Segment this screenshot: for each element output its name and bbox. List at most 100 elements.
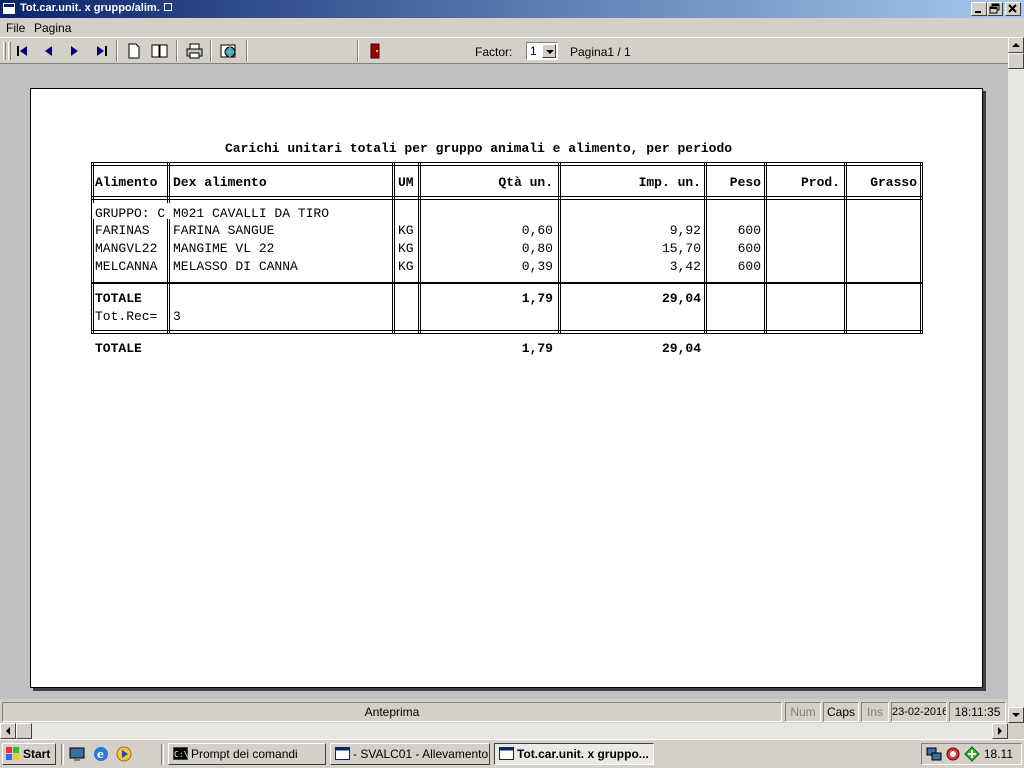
toolbar-grip: [3, 42, 6, 60]
svg-text:e: e: [97, 748, 104, 761]
scroll-left-button[interactable]: [0, 723, 16, 739]
header-qta-un: Qtà un.: [498, 175, 553, 190]
row-desc: FARINA SANGUE: [173, 223, 275, 238]
two-pages-button[interactable]: [149, 41, 171, 61]
menu-pagina[interactable]: Pagina: [34, 21, 71, 35]
internet-explorer-icon[interactable]: e: [92, 745, 110, 763]
scroll-down-button[interactable]: [1008, 707, 1024, 723]
report-title: Carichi unitari totali per gruppo animal…: [225, 141, 733, 156]
two-pages-icon: [151, 44, 168, 58]
start-button[interactable]: Start: [2, 743, 56, 765]
task-prompt[interactable]: C:\ Prompt dei comandi: [168, 743, 326, 765]
printer-icon: [186, 43, 203, 59]
scroll-up-button[interactable]: [1008, 37, 1024, 53]
row-qta: 0,80: [521, 241, 553, 256]
sync-icon[interactable]: [964, 746, 980, 762]
group-total-qta: 1,79: [521, 291, 553, 306]
network-icon[interactable]: [926, 746, 942, 762]
factor-select[interactable]: 1: [526, 42, 558, 60]
row-peso: 600: [737, 241, 761, 256]
status-ins: Ins: [861, 702, 889, 722]
vertical-scrollbar[interactable]: [1008, 37, 1024, 723]
factor-label: Factor:: [475, 45, 513, 59]
vertical-scroll-thumb[interactable]: [1008, 53, 1024, 69]
globe-export-icon: [220, 44, 236, 58]
first-page-button[interactable]: [12, 41, 34, 61]
horizontal-scrollbar[interactable]: [0, 723, 1008, 739]
menu-file[interactable]: File: [6, 21, 25, 35]
first-page-icon: [17, 46, 27, 56]
row-code: FARINAS: [95, 223, 150, 238]
last-page-icon: [97, 46, 107, 56]
system-tray: 18.11: [921, 743, 1022, 765]
previous-page-icon: [45, 46, 52, 56]
col-divider: [392, 162, 395, 334]
row-code: MELCANNA: [95, 259, 158, 274]
taskbar-clock[interactable]: 18.11: [984, 747, 1013, 761]
media-player-icon[interactable]: [115, 745, 133, 763]
status-date: 23-02-2016: [891, 702, 947, 722]
menu-bar: File Pagina: [0, 18, 1024, 37]
header-prod: Prod.: [800, 175, 840, 190]
door-exit-icon: [370, 43, 380, 59]
task-svalc01[interactable]: - SVALC01 - Allevamento...: [330, 743, 490, 765]
report-page: Carichi unitari totali per gruppo animal…: [30, 88, 983, 688]
col-divider: [558, 162, 561, 334]
table-top-border: [92, 162, 923, 166]
taskbar: Start e C:\ Prompt dei comandi - SVALC01…: [0, 739, 1024, 768]
exit-button[interactable]: [364, 41, 386, 61]
svg-text:C:\: C:\: [174, 750, 188, 759]
preview-area: Carichi unitari totali per gruppo animal…: [0, 64, 1008, 699]
title-bar: Tot.car.unit. x gruppo/alim.: [0, 0, 1024, 18]
row-qta: 0,39: [521, 259, 553, 274]
scroll-right-button[interactable]: [992, 723, 1008, 739]
task-label: Tot.car.unit. x gruppo...: [517, 747, 649, 761]
previous-page-button[interactable]: [38, 41, 60, 61]
status-caps: Caps: [823, 702, 859, 722]
print-button[interactable]: [184, 41, 206, 61]
status-main: Anteprima: [2, 702, 782, 722]
start-label: Start: [23, 747, 51, 761]
task-tot-car-unit[interactable]: Tot.car.unit. x gruppo...: [494, 743, 654, 765]
detail-bottom-border: [92, 282, 923, 284]
export-button[interactable]: [218, 41, 240, 61]
horizontal-scroll-thumb[interactable]: [16, 723, 32, 739]
next-page-button[interactable]: [63, 41, 85, 61]
arrow-up-icon: [1012, 43, 1020, 47]
group-total-label: TOTALE: [95, 291, 142, 306]
tot-rec-value: 3: [173, 309, 181, 324]
task-label: Prompt dei comandi: [191, 747, 298, 761]
windows-logo-icon: [6, 747, 19, 760]
scroll-corner: [1008, 723, 1024, 739]
grand-total-qta: 1,79: [521, 341, 553, 356]
factor-value: 1: [530, 44, 537, 58]
close-button[interactable]: [1005, 2, 1021, 16]
last-page-button[interactable]: [90, 41, 112, 61]
header-bottom-border: [92, 196, 923, 200]
security-icon[interactable]: [945, 746, 961, 762]
row-imp: 9,92: [669, 223, 701, 238]
task-label: - SVALC01 - Allevamento...: [353, 747, 490, 761]
col-divider: [764, 162, 767, 334]
tot-rec-label: Tot.Rec=: [95, 309, 158, 324]
col-divider: [418, 162, 421, 334]
command-prompt-icon: C:\: [173, 747, 188, 760]
minimize-button[interactable]: [971, 2, 987, 16]
header-dex-alimento: Dex alimento: [173, 175, 267, 190]
chevron-down-icon[interactable]: [542, 44, 556, 58]
arrow-left-icon: [6, 727, 10, 735]
col-divider: [91, 162, 94, 334]
window-icon: [499, 747, 514, 760]
single-page-icon: [128, 43, 140, 59]
desktop-icon[interactable]: [68, 745, 86, 763]
header-alimento: Alimento: [95, 175, 158, 190]
toolbar-separator: [116, 40, 118, 62]
toolbar-grip: [8, 42, 11, 60]
group-label: GRUPPO: C M021 CAVALLI DA TIRO: [95, 206, 330, 221]
row-qta: 0,60: [521, 223, 553, 238]
single-page-button[interactable]: [123, 41, 145, 61]
col-divider: [704, 162, 707, 334]
taskbar-separator: [61, 744, 64, 765]
maximize-button[interactable]: [987, 2, 1003, 16]
window-icon: [2, 2, 16, 15]
